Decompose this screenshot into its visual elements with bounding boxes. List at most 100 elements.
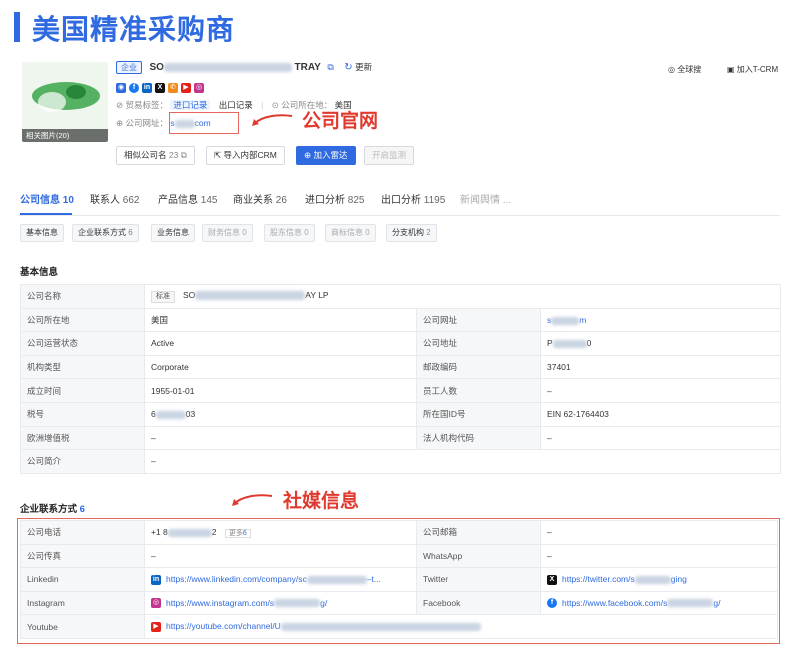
standard-tag: 标准 <box>151 290 175 303</box>
instagram-link[interactable]: ◎ https://www.instagram.com/s g/ <box>144 590 417 616</box>
cell-key: 法人机构代码 <box>416 425 541 451</box>
cell-key: 公司网址 <box>416 307 541 333</box>
cell-key: 公司传真 <box>20 543 145 569</box>
table-row: 公司简介 – <box>20 449 782 474</box>
tab-contacts[interactable]: 联系人 662 <box>90 191 139 206</box>
website-icon[interactable]: ◉ <box>116 82 126 93</box>
import-crm-button[interactable]: ⇱ 导入内部CRM <box>206 146 285 165</box>
globe-small-icon: ⊕ <box>116 118 124 128</box>
main-tabs: 公司信息 10 联系人 662 产品信息 145 商业关系 26 进口分析 82… <box>18 190 780 216</box>
cell-value: 美国 <box>144 307 417 333</box>
refresh-icon[interactable]: ↻ <box>344 62 352 73</box>
tab-business-relations[interactable]: 商业关系 26 <box>233 191 287 206</box>
youtube-icon[interactable]: ▶ <box>181 82 191 93</box>
subtab-shareholder-info[interactable]: 股东信息 0 <box>264 224 315 242</box>
copy-icon[interactable]: ⧉ <box>327 62 333 72</box>
linkedin-link[interactable]: in https://www.linkedin.com/company/sc –t.… <box>144 567 417 592</box>
cell-value: – <box>143 449 782 474</box>
tab-export-analysis[interactable]: 出口分析 1195 <box>381 191 445 206</box>
cell-key: Linkedin <box>20 567 145 592</box>
tab-news[interactable]: 新闻舆情 ... <box>460 191 511 206</box>
tab-import-analysis[interactable]: 进口分析 825 <box>305 191 364 206</box>
subtab-business-info[interactable]: 业务信息 <box>151 224 195 242</box>
add-tcrm-button[interactable]: ▣ 加入T-CRM <box>727 64 778 75</box>
cell-value: 37401 <box>539 354 782 380</box>
crm-icon: ▣ <box>727 65 735 74</box>
cell-value: – <box>539 378 782 403</box>
cell-value: – <box>144 425 417 451</box>
facebook-icon[interactable]: f <box>129 82 139 93</box>
legal-name-end: AY LP <box>305 289 329 300</box>
subtab-basic-info[interactable]: 基本信息 <box>20 224 64 242</box>
cell-key: 欧洲增值税 <box>20 425 145 451</box>
table-row: 公司电话 +1 82 更多6 公司邮箱 – <box>20 520 778 545</box>
company-name-value: 标准 SO AY LP <box>143 284 782 309</box>
similar-companies-button[interactable]: 相似公司名 23 ⧉ <box>116 146 195 165</box>
trade-tag-export[interactable]: 出口记录 <box>219 100 253 110</box>
update-button[interactable]: 更新 <box>355 62 372 72</box>
cell-key: Twitter <box>416 567 541 592</box>
website-label: 公司网址： <box>125 118 169 128</box>
instagram-icon: ◎ <box>151 598 161 609</box>
facebook-link[interactable]: f https://www.facebook.com/s g/ <box>540 590 778 616</box>
annotation-arrow-icon <box>252 114 293 126</box>
tab-company-info[interactable]: 公司信息 10 <box>20 191 74 206</box>
cell-key: 税号 <box>20 401 145 427</box>
add-radar-button[interactable]: ⊕ 加入雷达 <box>296 146 356 165</box>
subtab-financial-info[interactable]: 财务信息 0 <box>202 224 253 242</box>
active-tab-underline <box>20 213 72 215</box>
twitter-link[interactable]: Xhttps://twitter.com/s ging <box>540 567 778 592</box>
cell-key: 公司地址 <box>416 331 541 356</box>
table-row: 税号 6 03 所在国ID号 EIN 62-1764403 <box>20 401 782 427</box>
import-icon: ⇱ <box>214 150 222 160</box>
x-icon[interactable]: X <box>155 82 165 93</box>
cell-key: 公司简介 <box>20 449 145 474</box>
legal-name-start: SO <box>183 289 196 300</box>
table-row: 欧洲增值税 – 法人机构代码 – <box>20 425 782 451</box>
cell-value: – <box>539 425 782 451</box>
trade-tag-import[interactable]: 进口记录 <box>170 100 211 110</box>
contact-table: 公司电话 +1 82 更多6 公司邮箱 – 公司传真 – WhatsApp – … <box>20 520 778 639</box>
photo-count-caption: 相关图片(20) <box>22 129 108 142</box>
basic-info-title: 基本信息 <box>20 267 59 278</box>
cell-key: 公司所在地 <box>20 307 145 333</box>
cell-key: Youtube <box>20 614 145 639</box>
global-search-button[interactable]: ◎ 全球搜 <box>668 64 701 75</box>
table-row: 成立时间 1955-01-01 员工人数 – <box>20 378 782 403</box>
tab-products[interactable]: 产品信息 145 <box>158 191 217 206</box>
company-name-start: SO <box>149 62 164 73</box>
contact-section-title: 企业联系方式 6 <box>20 504 85 515</box>
table-row: 机构类型 Corporate 邮政编码 37401 <box>20 354 782 380</box>
cell-key: 公司邮箱 <box>416 520 541 545</box>
page-title: 美国精准采购商 <box>32 14 236 45</box>
more-phones-button[interactable]: 更多6 <box>224 528 251 538</box>
instagram-icon[interactable]: ◎ <box>194 82 204 93</box>
subtab-contact-methods[interactable]: 企业联系方式 6 <box>72 224 139 242</box>
location-pin-icon: ⊙ <box>271 100 279 110</box>
cell-value: – <box>144 543 417 569</box>
cell-key: 机构类型 <box>20 354 145 380</box>
company-name-end: TRAY <box>294 62 321 73</box>
youtube-link[interactable]: ▶ https://youtube.com/channel/U <box>144 614 778 639</box>
table-row: Youtube ▶ https://youtube.com/channel/U <box>20 614 778 639</box>
subtab-branches[interactable]: 分支机构 2 <box>386 224 437 242</box>
x-icon: X <box>547 574 557 585</box>
linkedin-icon[interactable]: in <box>142 82 152 93</box>
table-row: Linkedin in https://www.linkedin.com/comp… <box>20 567 778 592</box>
address-value: P0 <box>539 331 782 356</box>
subtab-trademark-info[interactable]: 商标信息 0 <box>325 224 376 242</box>
company-type-tag: 企业 <box>116 61 142 74</box>
basic-info-table: 公司名称 标准 SO AY LP 公司所在地 美国 公司网址 sm 公司运营状态 A… <box>20 284 782 474</box>
add-tcrm-label: 加入T-CRM <box>736 65 779 74</box>
cell-key: 成立时间 <box>20 378 145 403</box>
start-monitor-button[interactable]: 开启监测 <box>364 146 415 165</box>
company-name-redacted <box>163 63 292 73</box>
tag-icon: ⊘ <box>116 100 124 110</box>
company-photo[interactable]: 相关图片(20) <box>22 62 108 142</box>
phone-icon[interactable]: ✆ <box>168 82 178 93</box>
tax-id-value: 6 03 <box>144 401 417 427</box>
trade-tags-label: 贸易标签： <box>125 100 169 110</box>
annotation-social-info: 社媒信息 <box>283 491 360 512</box>
website-value[interactable]: sm <box>539 307 782 333</box>
cell-value: – <box>540 543 778 569</box>
